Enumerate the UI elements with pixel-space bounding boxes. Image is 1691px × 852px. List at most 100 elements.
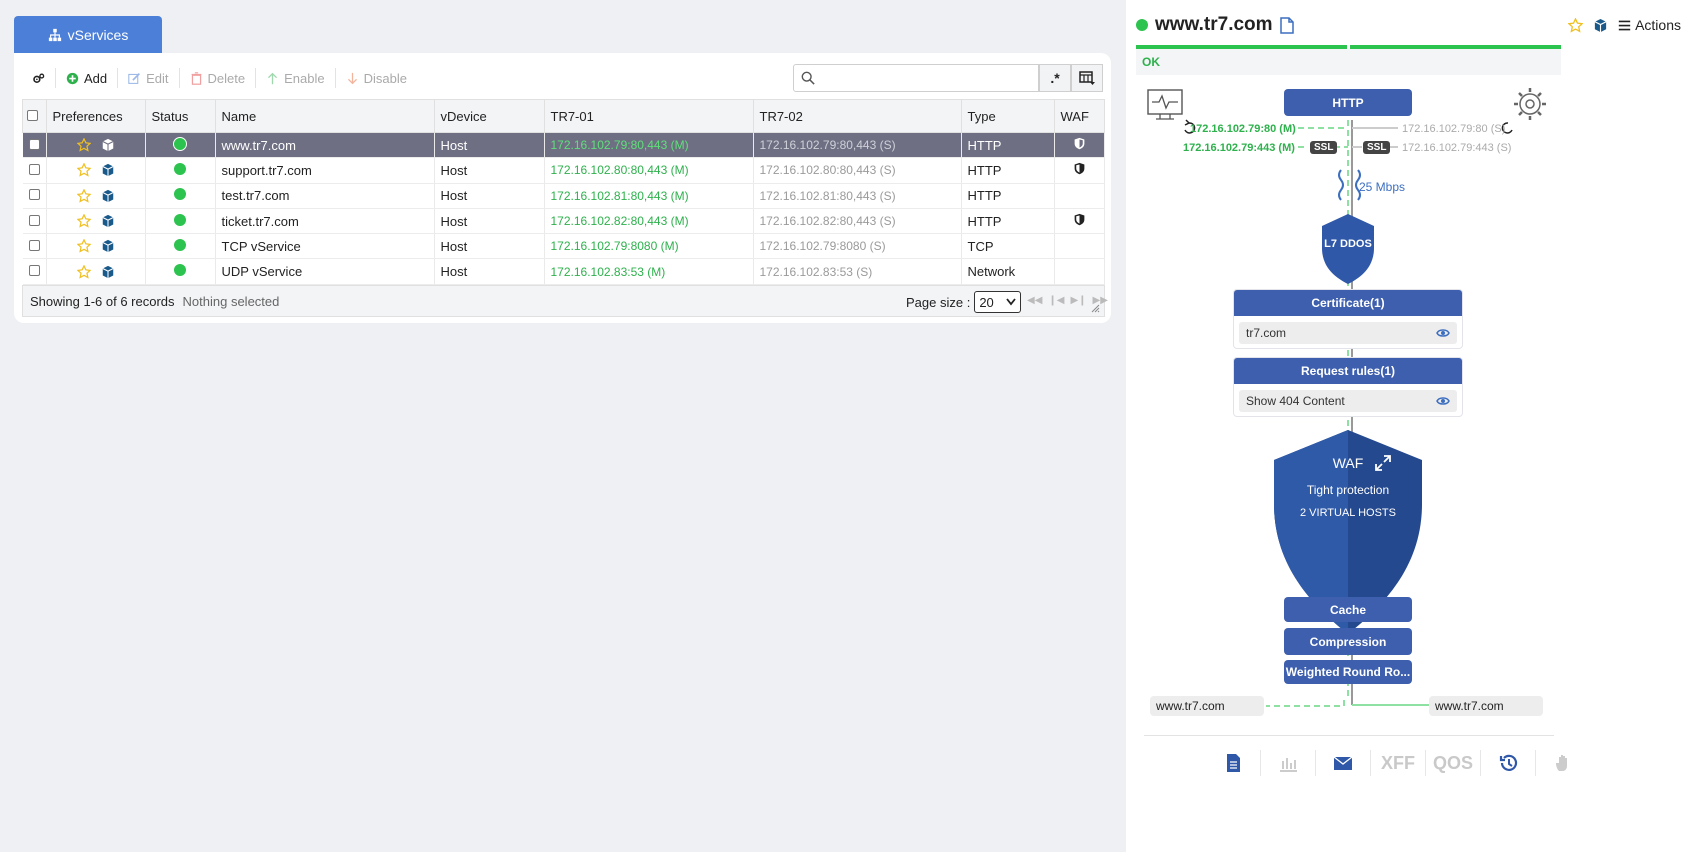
xff-button[interactable]: XFF	[1371, 750, 1426, 776]
star-icon[interactable]	[1568, 17, 1584, 33]
certificate-header[interactable]: Certificate(1)	[1234, 290, 1462, 316]
select-all-checkbox[interactable]	[27, 109, 38, 121]
arrow-up-icon	[268, 72, 278, 84]
cube-icon[interactable]	[101, 138, 115, 152]
regex-button[interactable]: .*	[1039, 64, 1071, 92]
cube-icon[interactable]	[101, 163, 115, 177]
search-input[interactable]	[820, 68, 1030, 88]
col-waf[interactable]: WAF	[1053, 99, 1105, 133]
star-icon[interactable]	[76, 138, 91, 152]
add-button[interactable]: Add	[56, 68, 119, 88]
bandwidth-label[interactable]: 25 Mbps	[1359, 180, 1405, 194]
ssl-badge-slave: SSL	[1363, 141, 1391, 154]
disable-button[interactable]: Disable	[336, 68, 417, 88]
history-icon	[1499, 754, 1518, 771]
compression-box[interactable]: Compression	[1284, 628, 1412, 655]
row-checkbox[interactable]	[28, 163, 40, 175]
email-button[interactable]	[1316, 750, 1371, 776]
row-checkbox[interactable]	[28, 265, 40, 277]
bar-chart-icon	[1280, 758, 1297, 772]
row-checkbox[interactable]	[28, 214, 40, 226]
enable-button[interactable]: Enable	[256, 68, 336, 88]
stats-button[interactable]	[1261, 750, 1316, 776]
chevron-down-icon	[1006, 298, 1017, 306]
block-button[interactable]	[1536, 750, 1590, 776]
load-balancing-box[interactable]: Weighted Round Ro...	[1284, 660, 1412, 684]
bottom-toolbar: XFF QOS	[1206, 750, 1590, 776]
table-row[interactable]: ticket.tr7.com Host 172.16.102.82:80,443…	[22, 208, 1105, 235]
row-tr702: 172.16.102.83:53 (S)	[753, 258, 962, 285]
file-text-icon	[1227, 754, 1240, 772]
star-icon[interactable]	[76, 264, 91, 279]
row-vdevice: Host	[434, 258, 545, 285]
prev-page-icon[interactable]: ❙◀	[1048, 295, 1064, 306]
table-row[interactable]: UDP vService Host 172.16.102.83:53 (M) 1…	[22, 258, 1105, 285]
next-page-icon[interactable]: ▶❙	[1070, 295, 1086, 306]
star-icon[interactable]	[76, 163, 91, 178]
document-icon[interactable]	[1279, 16, 1294, 34]
table-row[interactable]: TCP vService Host 172.16.102.79:8080 (M)…	[22, 233, 1105, 260]
cube-icon[interactable]	[101, 265, 115, 279]
row-tr702: 172.16.102.81:80,443 (S)	[753, 183, 962, 209]
table-row[interactable]: www.tr7.com Host 172.16.102.79:80,443 (M…	[22, 132, 1105, 159]
cube-icon[interactable]	[1593, 18, 1608, 33]
star-icon[interactable]	[76, 188, 91, 203]
eye-icon	[1436, 329, 1450, 337]
star-icon[interactable]	[76, 214, 91, 228]
request-rules-group: Request rules(1) Show 404 Content	[1233, 357, 1463, 417]
row-tr701: 172.16.102.80:80,443 (M)	[544, 157, 754, 184]
row-checkbox[interactable]	[28, 239, 40, 251]
ssl-badge-master: SSL	[1310, 141, 1338, 154]
tab-vservices[interactable]: vServices	[14, 16, 162, 53]
protocol-box[interactable]: HTTP	[1284, 89, 1412, 116]
hand-icon	[1556, 755, 1567, 771]
expand-icon[interactable]	[1374, 454, 1392, 472]
settings-button[interactable]	[22, 68, 56, 88]
edit-button[interactable]: Edit	[118, 68, 180, 88]
col-type[interactable]: Type	[960, 99, 1055, 133]
history-button[interactable]	[1481, 750, 1536, 776]
page-size-select[interactable]: 20	[974, 291, 1022, 313]
ddos-label[interactable]: L7 DDOS	[1322, 238, 1374, 250]
row-name: UDP vService	[215, 258, 435, 285]
row-name: ticket.tr7.com	[215, 208, 435, 235]
row-tr702: 172.16.102.79:80,443 (S)	[753, 132, 962, 159]
view-request-rules-button[interactable]	[1429, 390, 1457, 412]
col-status[interactable]: Status	[144, 99, 216, 133]
col-name[interactable]: Name	[214, 99, 435, 133]
column-chooser-button[interactable]	[1071, 64, 1103, 92]
view-certificate-button[interactable]	[1429, 322, 1457, 344]
col-vdevice[interactable]: vDevice	[433, 99, 545, 133]
shield-icon	[1074, 137, 1085, 150]
status-dot	[174, 238, 186, 251]
row-tr702: 172.16.102.79:8080 (S)	[753, 233, 962, 260]
cube-icon[interactable]	[101, 189, 115, 203]
vservices-panel: Add Edit Delete Enable Disable .* Prefer…	[14, 53, 1111, 323]
cube-icon[interactable]	[101, 239, 115, 253]
request-rules-header[interactable]: Request rules(1)	[1234, 358, 1462, 384]
table-row[interactable]: support.tr7.com Host 172.16.102.80:80,44…	[22, 157, 1105, 184]
actions-menu[interactable]: Actions	[1618, 17, 1681, 33]
col-preferences[interactable]: Preferences	[45, 99, 146, 133]
page-size-label: Page size :	[906, 294, 971, 310]
first-page-icon[interactable]: ◀◀	[1027, 295, 1042, 306]
logs-button[interactable]	[1206, 750, 1261, 776]
star-icon[interactable]	[76, 239, 91, 253]
col-tr702[interactable]: TR7-02	[752, 99, 962, 133]
cube-icon[interactable]	[101, 214, 115, 228]
detail-title: www.tr7.com	[1155, 14, 1273, 35]
delete-button[interactable]: Delete	[180, 68, 257, 88]
row-checkbox[interactable]	[28, 138, 40, 150]
resize-handle-icon[interactable]	[1091, 304, 1100, 313]
toolbar: Add Edit Delete Enable Disable	[22, 65, 417, 91]
row-checkbox[interactable]	[28, 189, 40, 201]
row-tr701: 172.16.102.79:8080 (M)	[544, 233, 754, 260]
regex-icon: .*	[1050, 70, 1060, 86]
table-row[interactable]: test.tr7.com Host 172.16.102.81:80,443 (…	[22, 183, 1105, 209]
cache-box[interactable]: Cache	[1284, 597, 1412, 622]
qos-button[interactable]: QOS	[1426, 750, 1481, 776]
row-vdevice: Host	[434, 208, 545, 235]
col-tr701[interactable]: TR7-01	[543, 99, 754, 133]
ip-master-443: 172.16.102.79:443 (M)	[1183, 142, 1295, 154]
plus-circle-icon	[66, 72, 79, 84]
